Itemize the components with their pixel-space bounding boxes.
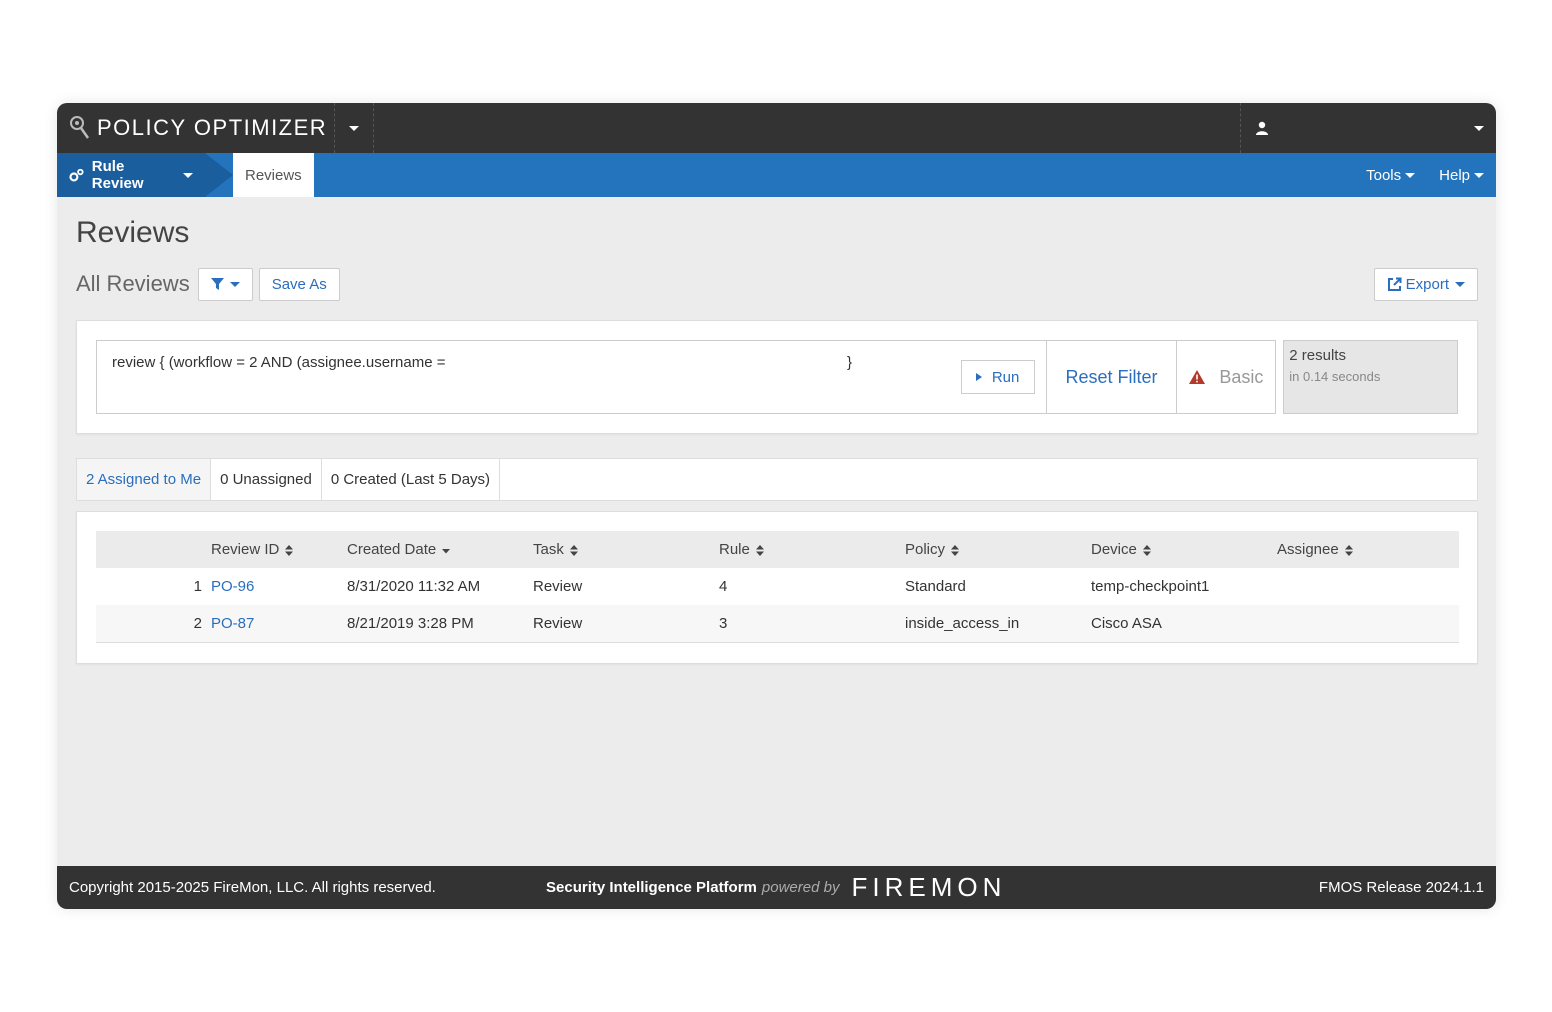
- assignee-cell: [1277, 568, 1459, 605]
- toolbar: All Reviews Save As Export: [76, 267, 1478, 301]
- chevron-down-icon: [183, 172, 193, 178]
- help-label: Help: [1439, 166, 1470, 184]
- column-header-task[interactable]: Task: [533, 531, 719, 568]
- user-icon: [1256, 121, 1268, 135]
- task-cell: Review: [533, 614, 583, 632]
- tools-label: Tools: [1366, 166, 1402, 184]
- column-header-assignee[interactable]: Assignee: [1277, 531, 1459, 568]
- row-index: 1: [193, 578, 202, 595]
- table-row[interactable]: 2 PO-87 8/21/2019 3:28 PM Review 3 insid…: [96, 605, 1459, 642]
- row-index: 2: [193, 614, 202, 632]
- created-date-cell: 8/31/2020 11:32 AM: [347, 578, 481, 595]
- app-window: POLICY OPTIMIZER Rule Review Reviews Too…: [57, 103, 1496, 909]
- sort-icon: [755, 544, 764, 556]
- query-text-end: }: [847, 354, 853, 371]
- export-button[interactable]: Export: [1373, 267, 1478, 301]
- query-input[interactable]: review { (workflow = 2 AND (assignee.use…: [96, 340, 1047, 414]
- reset-filter-button[interactable]: Reset Filter: [1046, 340, 1178, 414]
- policy-optimizer-logo-icon: [70, 116, 90, 139]
- export-label: Export: [1405, 275, 1449, 293]
- results-time: in 0.14 seconds: [1289, 369, 1381, 384]
- basic-mode-button[interactable]: Basic: [1177, 340, 1277, 414]
- device-cell: temp-checkpoint1: [1091, 578, 1210, 595]
- query-text: review { (workflow = 2 AND (assignee.use…: [112, 354, 446, 371]
- nav-bar: Rule Review Reviews Tools Help: [57, 153, 1496, 197]
- module-menu[interactable]: Rule Review: [57, 153, 205, 197]
- sort-icon: [569, 544, 578, 556]
- play-icon: [975, 373, 982, 381]
- review-id-link[interactable]: PO-96: [211, 568, 347, 605]
- results-summary: 2 results in 0.14 seconds: [1283, 340, 1458, 414]
- user-menu[interactable]: [1240, 103, 1496, 153]
- help-menu[interactable]: Help: [1427, 153, 1496, 197]
- column-header-rule[interactable]: Rule: [719, 531, 905, 568]
- release-version: FMOS Release 2024.1.1: [1318, 879, 1484, 896]
- chevron-down-icon: [1474, 125, 1484, 131]
- rule-cell: 4: [719, 578, 728, 595]
- main-content: Reviews All Reviews Save As Export revie…: [57, 216, 1496, 664]
- table-header-row: Review ID Created Date Task Rule Policy …: [96, 531, 1459, 568]
- filter-panel: review { (workflow = 2 AND (assignee.use…: [76, 320, 1478, 434]
- breadcrumb-arrow: [205, 153, 233, 197]
- firemon-logo: FIREMON: [851, 872, 1007, 902]
- review-tabs: 2 Assigned to Me 0 Unassigned 0 Created …: [76, 458, 1478, 501]
- powered-by-text: powered by: [761, 879, 840, 896]
- reviews-table: Review ID Created Date Task Rule Policy …: [96, 531, 1459, 643]
- basic-label: Basic: [1219, 366, 1264, 387]
- gears-icon: [69, 168, 84, 182]
- column-header-created-date[interactable]: Created Date: [347, 531, 533, 568]
- assignee-cell: [1277, 605, 1459, 642]
- column-header-index: [96, 531, 211, 568]
- device-cell: Cisco ASA: [1091, 614, 1162, 632]
- page-title: Reviews: [76, 216, 190, 249]
- run-label: Run: [991, 368, 1020, 386]
- breadcrumb-reviews[interactable]: Reviews: [233, 153, 314, 197]
- created-date-cell: 8/21/2019 3:28 PM: [347, 614, 474, 632]
- module-label: Rule Review: [91, 158, 144, 192]
- column-header-review-id[interactable]: Review ID: [211, 531, 347, 568]
- sort-icon: [1344, 544, 1353, 556]
- platform-name: Security Intelligence Platform: [546, 879, 757, 896]
- chevron-down-icon: [1474, 172, 1484, 178]
- tab-created-last-5-days[interactable]: 0 Created (Last 5 Days): [322, 459, 501, 500]
- footer: Copyright 2015-2025 FireMon, LLC. All ri…: [57, 866, 1496, 909]
- top-bar: POLICY OPTIMIZER: [57, 103, 1496, 153]
- column-header-device[interactable]: Device: [1091, 531, 1277, 568]
- chevron-down-icon: [229, 281, 240, 287]
- platform-credit: Security Intelligence Platform powered b…: [546, 872, 1006, 903]
- app-switcher-dropdown[interactable]: [334, 103, 374, 153]
- sort-icon: [951, 544, 960, 556]
- saved-filter-title: All Reviews: [76, 271, 190, 296]
- policy-cell: Standard: [905, 578, 966, 595]
- warning-icon: [1189, 370, 1206, 384]
- chevron-down-icon: [349, 125, 359, 131]
- sort-icon: [1142, 544, 1151, 556]
- sort-desc-icon: [442, 548, 451, 554]
- filter-dropdown-button[interactable]: [197, 267, 253, 301]
- app-brand[interactable]: POLICY OPTIMIZER: [57, 103, 334, 153]
- tab-unassigned[interactable]: 0 Unassigned: [211, 459, 322, 500]
- chevron-down-icon: [1455, 281, 1465, 287]
- app-title: POLICY OPTIMIZER: [97, 115, 328, 140]
- run-button[interactable]: Run: [960, 360, 1035, 394]
- tools-menu[interactable]: Tools: [1354, 153, 1427, 197]
- chevron-down-icon: [1405, 172, 1416, 178]
- export-icon: [1387, 277, 1402, 291]
- task-cell: Review: [533, 578, 583, 595]
- reviews-table-panel: Review ID Created Date Task Rule Policy …: [76, 511, 1478, 664]
- save-as-button[interactable]: Save As: [258, 267, 340, 301]
- sort-icon: [285, 544, 294, 556]
- column-header-policy[interactable]: Policy: [905, 531, 1091, 568]
- copyright-text: Copyright 2015-2025 FireMon, LLC. All ri…: [69, 879, 436, 896]
- review-id-link[interactable]: PO-87: [211, 605, 347, 642]
- rule-cell: 3: [719, 614, 728, 632]
- filter-icon: [210, 278, 224, 290]
- table-row[interactable]: 1 PO-96 8/31/2020 11:32 AM Review 4 Stan…: [96, 568, 1459, 605]
- policy-cell: inside_access_in: [905, 614, 1020, 632]
- tab-assigned-to-me[interactable]: 2 Assigned to Me: [77, 459, 212, 500]
- results-count: 2 results: [1289, 347, 1346, 364]
